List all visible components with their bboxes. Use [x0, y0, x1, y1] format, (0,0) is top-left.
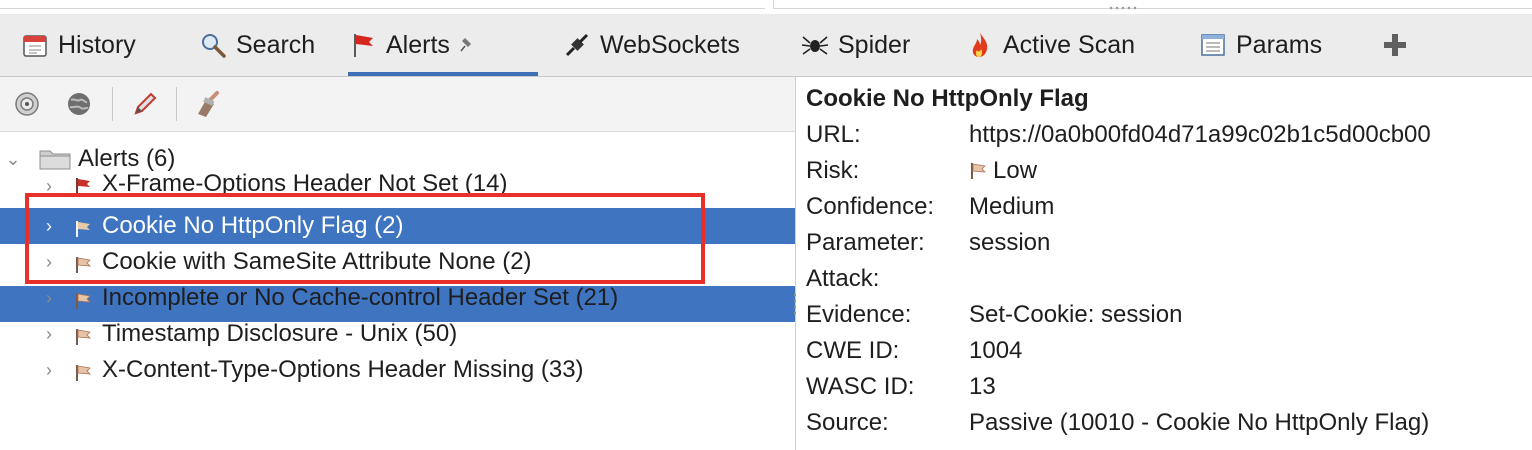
show-all-button[interactable] [62, 87, 96, 121]
edit-alert-button[interactable] [128, 87, 162, 121]
add-tab-button[interactable] [1380, 14, 1410, 76]
tree-item-timestamp-disclosure[interactable]: › Timestamp Disclosure - Unix (50) [0, 316, 795, 352]
split-drag-handle[interactable] [1108, 5, 1138, 11]
broom-icon [198, 91, 219, 117]
detail-key: Confidence: [806, 193, 935, 220]
pencil-icon [134, 92, 157, 115]
target-icon [15, 92, 39, 116]
detail-key: URL: [806, 121, 861, 148]
detail-value: Medium [969, 193, 1055, 220]
tree-item-cookie-samesite-none[interactable]: › Cookie with SameSite Attribute None (2… [0, 244, 795, 280]
tree-item-label: Cookie with SameSite Attribute None (2) [102, 248, 532, 275]
tab-active-scan[interactable]: Active Scan [965, 14, 1135, 76]
chevron-right-icon[interactable]: › [42, 252, 56, 272]
low-risk-flag-icon [74, 217, 92, 237]
red-flag-icon [348, 30, 378, 60]
detail-key: Attack: [806, 265, 880, 292]
detail-value: 1004 [969, 337, 1023, 364]
tab-websockets[interactable]: WebSockets [562, 14, 740, 76]
tree-item-cookie-no-httponly[interactable]: › Cookie No HttpOnly Flag (2) [0, 208, 795, 244]
tab-history[interactable]: History [20, 14, 136, 76]
detail-key: CWE ID: [806, 337, 900, 364]
tree-item-label: Timestamp Disclosure - Unix (50) [102, 320, 458, 347]
low-risk-flag-icon [74, 361, 92, 381]
calendar-icon [20, 30, 50, 60]
low-risk-flag-icon [74, 325, 92, 345]
upper-left-panel-edge [0, 0, 765, 9]
detail-key: Source: [806, 409, 889, 436]
globe-icon [68, 93, 90, 115]
tree-root-label: Alerts (6) [78, 145, 176, 172]
flame-icon [965, 30, 995, 60]
upper-right-panel-edge [773, 0, 1532, 9]
tab-params[interactable]: Params [1198, 14, 1322, 76]
folder-icon [38, 147, 72, 171]
tree-item-label: Incomplete or No Cache-control Header Se… [102, 284, 619, 311]
tab-spider-label: Spider [838, 30, 911, 59]
magnifier-icon [198, 30, 228, 60]
plug-icon [562, 30, 592, 60]
chevron-right-icon[interactable]: › [42, 176, 56, 196]
alert-detail-pane: Cookie No HttpOnly Flag URL: https://0a0… [796, 77, 1532, 450]
medium-risk-flag-icon [74, 174, 92, 194]
chevron-down-icon[interactable]: ⌄ [5, 149, 20, 169]
tree-item-label: X-Content-Type-Options Header Missing (3… [102, 356, 584, 383]
risk-text: Low [993, 157, 1038, 184]
toolbar-separator [112, 87, 113, 121]
tree-item[interactable]: › X-Frame-Options Header Not Set (14) [0, 172, 795, 200]
chevron-right-icon[interactable]: › [42, 360, 56, 380]
toolbar-separator [176, 87, 177, 121]
detail-url-value[interactable]: https://0a0b00fd04d71a99c02b1c5d00cb00 [969, 121, 1431, 149]
top-split-strip [0, 0, 1532, 14]
pin-icon[interactable] [458, 35, 478, 55]
detail-key: Risk: [806, 157, 860, 184]
detail-value: 13 [969, 373, 996, 400]
tab-alerts[interactable]: Alerts [348, 14, 538, 76]
tab-search-label: Search [236, 30, 316, 59]
chevron-right-icon[interactable]: › [42, 288, 56, 308]
detail-value: Set-Cookie: session [969, 301, 1183, 328]
tree-item-x-content-type[interactable]: › X-Content-Type-Options Header Missing … [0, 352, 795, 388]
tab-websockets-label: WebSockets [600, 30, 740, 59]
tab-active-scan-label: Active Scan [1003, 30, 1136, 59]
low-risk-flag-icon [74, 289, 92, 309]
tree-item-label: X-Frame-Options Header Not Set (14) [102, 172, 508, 197]
alert-title: Cookie No HttpOnly Flag [806, 85, 1089, 112]
tab-spider[interactable]: Spider [800, 14, 910, 76]
detail-risk-value: Low [969, 157, 1037, 185]
detail-key: Parameter: [806, 229, 925, 256]
detail-value: session [969, 229, 1051, 256]
tree-item-label: Cookie No HttpOnly Flag (2) [102, 212, 404, 239]
tab-alerts-label: Alerts [386, 30, 450, 59]
detail-key: WASC ID: [806, 373, 915, 400]
spider-icon [800, 30, 830, 60]
alerts-toolbar [0, 77, 795, 132]
scope-filter-button[interactable] [10, 87, 44, 121]
list-icon [1198, 30, 1228, 60]
detail-key: Evidence: [806, 301, 912, 328]
detail-value: Passive (10010 - Cookie No HttpOnly Flag… [969, 409, 1430, 436]
chevron-right-icon[interactable]: › [42, 216, 56, 236]
delete-alert-button[interactable] [190, 87, 224, 121]
tab-history-label: History [58, 30, 136, 59]
plus-icon [1380, 30, 1410, 60]
tree-item-cache-control[interactable]: › Incomplete or No Cache-control Header … [0, 280, 795, 316]
chevron-right-icon[interactable]: › [42, 324, 56, 344]
low-risk-flag-icon [971, 163, 987, 179]
tab-search[interactable]: Search [198, 14, 315, 76]
tab-params-label: Params [1236, 30, 1323, 59]
bottom-tab-bar: History Search Alerts WebSockets Spider … [0, 14, 1532, 77]
low-risk-flag-icon [74, 253, 92, 273]
